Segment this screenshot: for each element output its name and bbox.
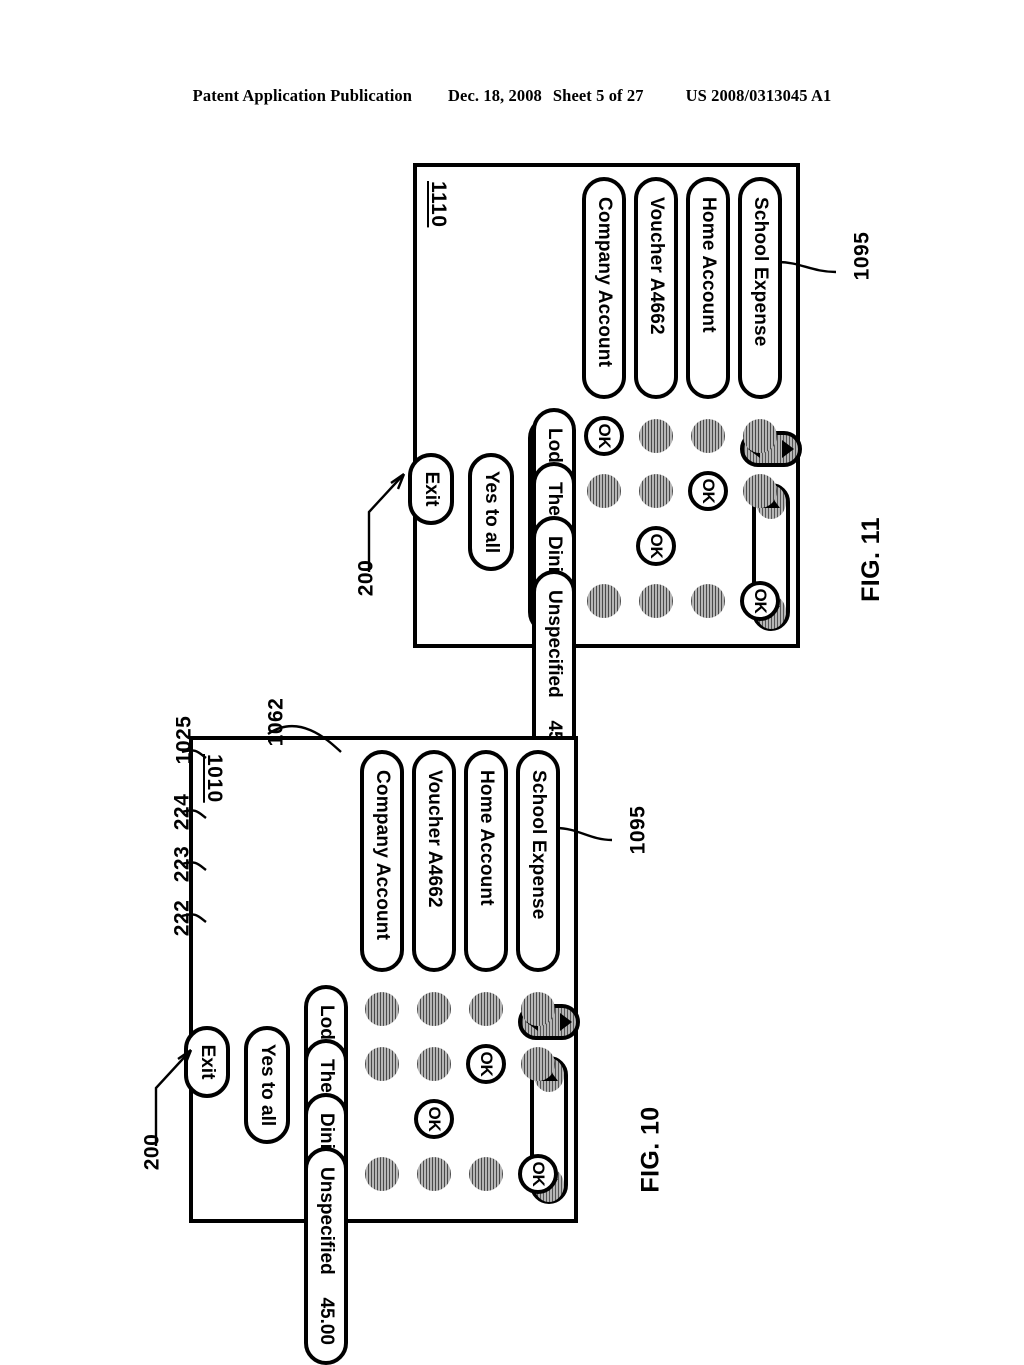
arrowhead-200-fig11 — [390, 473, 406, 490]
ok-label: OK — [529, 1161, 548, 1187]
ref-1095-fig10: 1095 — [626, 805, 650, 855]
page-header: Patent Application Publication Dec. 18, … — [0, 86, 1024, 106]
ok-label: OK — [425, 1106, 444, 1132]
exit-button-fig10[interactable]: Exit — [184, 1026, 230, 1098]
ref-200-fig10: 200 — [140, 1133, 164, 1171]
sheet-number: Sheet 5 of 27 — [552, 86, 644, 105]
ref-1095-fig11: 1095 — [850, 231, 874, 281]
checkbox-indicator[interactable] — [469, 992, 503, 1026]
device-200-fig10: 1010 School Expense Home Account Voucher… — [184, 736, 580, 1365]
publication-date: Dec. 18, 2008 — [448, 86, 542, 105]
publication-title: Patent Application Publication — [192, 86, 413, 105]
total-amount: 45.00 — [316, 1297, 337, 1345]
ok-selection-button[interactable]: OK — [414, 1099, 454, 1139]
screen-id-1010: 1010 — [203, 754, 226, 803]
account-label: Home Account — [476, 770, 497, 906]
account-button-home-account-fig10[interactable]: Home Account — [464, 750, 508, 972]
ref-200-fig11: 200 — [354, 559, 378, 597]
account-label: Company Account — [372, 770, 393, 941]
checkbox-indicator[interactable] — [365, 992, 399, 1026]
account-button-school-expense-fig10[interactable]: School Expense — [516, 750, 560, 972]
exit-label: Exit — [197, 1044, 218, 1080]
leader-200-fig11 — [367, 473, 405, 572]
triangle-up-icon — [560, 1013, 572, 1031]
ref-1062-fig10: 1062 — [264, 697, 288, 747]
total-name: Unspecified — [544, 590, 565, 698]
ref-224-fig10: 224 — [170, 793, 194, 831]
document-number: US 2008/0313045 A1 — [685, 86, 832, 105]
checkbox-indicator[interactable] — [365, 1047, 399, 1081]
ok-selection-button[interactable]: OK — [518, 1154, 558, 1194]
checkbox-indicator[interactable] — [417, 992, 451, 1026]
figure-label-11: FIG. 11 — [856, 517, 885, 602]
yes-to-all-button-fig10[interactable]: Yes to all — [244, 1026, 290, 1144]
checkbox-indicator[interactable] — [365, 1157, 399, 1191]
ref-223-fig10: 223 — [170, 845, 194, 883]
ref-222-fig10: 222 — [170, 899, 194, 937]
checkbox-indicator[interactable] — [469, 1157, 503, 1191]
account-button-voucher-a4662-fig10[interactable]: Voucher A4662 — [412, 750, 456, 972]
checkbox-indicator[interactable] — [417, 1157, 451, 1191]
account-label: School Expense — [528, 770, 549, 920]
ref-1025-fig10: 1025 — [172, 715, 196, 765]
total-name: Unspecified — [316, 1167, 337, 1275]
checkbox-indicator[interactable] — [521, 1047, 555, 1081]
ok-label: OK — [477, 1051, 496, 1077]
checkbox-indicator[interactable] — [521, 992, 555, 1026]
checkbox-indicator[interactable] — [417, 1047, 451, 1081]
total-row-unspecified[interactable]: Unspecified 45.00 — [304, 1147, 348, 1365]
account-label: Voucher A4662 — [424, 770, 445, 908]
figure-label-10: FIG. 10 — [636, 1106, 665, 1193]
ok-selection-button[interactable]: OK — [466, 1044, 506, 1084]
yes-to-all-label: Yes to all — [257, 1043, 278, 1127]
account-button-company-account-fig10[interactable]: Company Account — [360, 750, 404, 972]
